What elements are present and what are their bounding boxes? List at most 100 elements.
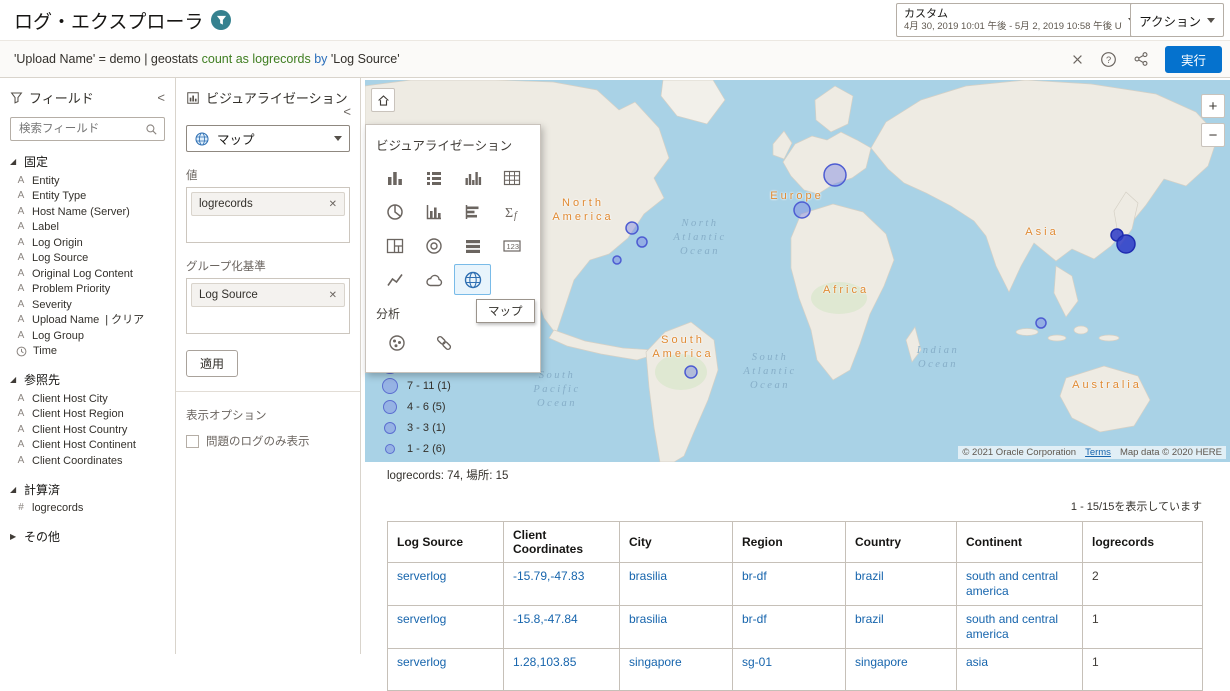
filter-badge-icon[interactable]: [211, 10, 231, 30]
target-icon[interactable]: [415, 230, 452, 261]
field-section-header[interactable]: ◢固定: [0, 150, 175, 173]
link-icon[interactable]: [428, 327, 459, 358]
bar-chart-icon[interactable]: [376, 162, 413, 193]
field-item[interactable]: ALog Source: [0, 251, 175, 267]
table-cell[interactable]: asia: [957, 649, 1083, 691]
map-marker[interactable]: [626, 222, 638, 234]
field-search-input[interactable]: [17, 122, 145, 136]
actions-button[interactable]: アクション: [1130, 3, 1224, 37]
results-table: Log SourceClient CoordinatesCityRegionCo…: [387, 521, 1203, 691]
table-cell[interactable]: serverlog: [388, 563, 504, 606]
help-icon[interactable]: ?: [1100, 51, 1117, 68]
pie-chart-icon[interactable]: [376, 196, 413, 227]
field-item[interactable]: AUpload Name| クリア: [0, 313, 175, 329]
table-cell[interactable]: serverlog: [388, 649, 504, 691]
word-cloud-icon[interactable]: [415, 264, 452, 295]
table-cell[interactable]: brasilia: [620, 606, 733, 649]
table-cell[interactable]: serverlog: [388, 606, 504, 649]
string-field-icon: A: [16, 455, 26, 468]
table-cell[interactable]: sg-01: [733, 649, 846, 691]
table-cell[interactable]: brazil: [846, 606, 957, 649]
run-button[interactable]: 実行: [1165, 46, 1222, 73]
field-clear-link[interactable]: | クリア: [105, 314, 144, 327]
problem-logs-checkbox[interactable]: [186, 435, 199, 448]
terms-link[interactable]: Terms: [1085, 447, 1111, 458]
line-chart-icon[interactable]: [376, 264, 413, 295]
column-header[interactable]: City: [620, 522, 733, 563]
map-icon[interactable]: [454, 264, 491, 295]
table-cell[interactable]: south and central america: [957, 563, 1083, 606]
cluster-icon[interactable]: [381, 327, 412, 358]
table-cell[interactable]: 1.28,103.85: [504, 649, 620, 691]
map-marker[interactable]: [1117, 235, 1135, 253]
distinct-values-icon[interactable]: 123: [493, 230, 530, 261]
pivot-table-icon[interactable]: [493, 162, 530, 193]
field-item[interactable]: AClient Host Country: [0, 422, 175, 438]
column-header[interactable]: Continent: [957, 522, 1083, 563]
field-item[interactable]: AOriginal Log Content: [0, 266, 175, 282]
group-chip[interactable]: Log Source: [191, 283, 345, 307]
table-cell[interactable]: brazil: [846, 563, 957, 606]
column-header[interactable]: Log Source: [388, 522, 504, 563]
column-chart-icon[interactable]: [415, 196, 452, 227]
field-item[interactable]: AEntity: [0, 173, 175, 189]
problem-logs-checkbox-label: 問題のログのみ表示: [206, 433, 310, 449]
column-header[interactable]: Country: [846, 522, 957, 563]
map-marker[interactable]: [685, 366, 697, 378]
table-cell[interactable]: singapore: [620, 649, 733, 691]
field-item[interactable]: #logrecords: [0, 501, 175, 517]
zoom-out-button[interactable]: −: [1201, 123, 1225, 147]
map-marker[interactable]: [824, 164, 846, 186]
map-marker[interactable]: [637, 237, 647, 247]
horizontal-bar-chart-icon[interactable]: [454, 196, 491, 227]
value-chip[interactable]: logrecords: [191, 192, 345, 216]
map-marker[interactable]: [794, 202, 810, 218]
time-range-selector[interactable]: カスタム 4月 30, 2019 10:01 午後 - 5月 2, 2019 1…: [896, 3, 1144, 37]
table-cell[interactable]: singapore: [846, 649, 957, 691]
viz-type-select[interactable]: マップ: [186, 125, 350, 152]
field-section-header[interactable]: ▶その他: [0, 525, 175, 548]
query-text[interactable]: 'Upload Name' = demo | geostats count as…: [14, 52, 1063, 66]
table-cell[interactable]: -15.79,-47.83: [504, 563, 620, 606]
field-item[interactable]: AClient Host Region: [0, 407, 175, 423]
zoom-in-button[interactable]: +: [1201, 94, 1225, 118]
summary-function-icon[interactable]: Σf: [493, 196, 530, 227]
map-home-button[interactable]: [371, 88, 395, 112]
column-header[interactable]: logrecords: [1083, 522, 1203, 563]
field-item[interactable]: Time: [0, 344, 175, 360]
table-cell[interactable]: -15.8,-47.84: [504, 606, 620, 649]
map-marker[interactable]: [1036, 318, 1046, 328]
field-item[interactable]: AClient Coordinates: [0, 453, 175, 469]
string-field-icon: A: [16, 206, 26, 219]
treemap-icon[interactable]: [376, 230, 413, 261]
field-item[interactable]: ALog Group: [0, 328, 175, 344]
map-marker[interactable]: [613, 256, 621, 264]
field-item[interactable]: AHost Name (Server): [0, 204, 175, 220]
field-item[interactable]: ASeverity: [0, 297, 175, 313]
table-cell[interactable]: br-df: [733, 606, 846, 649]
field-item[interactable]: AEntity Type: [0, 189, 175, 205]
string-field-icon: A: [16, 268, 26, 281]
table-cell[interactable]: south and central america: [957, 606, 1083, 649]
field-item[interactable]: ALog Origin: [0, 235, 175, 251]
histogram-icon[interactable]: [454, 162, 491, 193]
remove-chip-icon[interactable]: [329, 290, 337, 301]
apply-button[interactable]: 適用: [186, 350, 238, 377]
collapse-panel-icon[interactable]: [157, 90, 165, 105]
column-header[interactable]: Region: [733, 522, 846, 563]
field-section-header[interactable]: ◢参照先: [0, 368, 175, 391]
field-item[interactable]: AClient Host Continent: [0, 438, 175, 454]
field-section-header[interactable]: ◢計算済: [0, 478, 175, 501]
table-cell[interactable]: br-df: [733, 563, 846, 606]
rows-icon[interactable]: [454, 230, 491, 261]
remove-chip-icon[interactable]: [329, 199, 337, 210]
field-item[interactable]: AProblem Priority: [0, 282, 175, 298]
records-list-icon[interactable]: [415, 162, 452, 193]
collapse-panel-icon[interactable]: [343, 104, 351, 119]
field-item[interactable]: ALabel: [0, 220, 175, 236]
field-item[interactable]: AClient Host City: [0, 391, 175, 407]
column-header[interactable]: Client Coordinates: [504, 522, 620, 563]
share-icon[interactable]: [1133, 51, 1149, 67]
table-cell[interactable]: brasilia: [620, 563, 733, 606]
clear-query-icon[interactable]: [1071, 53, 1084, 66]
